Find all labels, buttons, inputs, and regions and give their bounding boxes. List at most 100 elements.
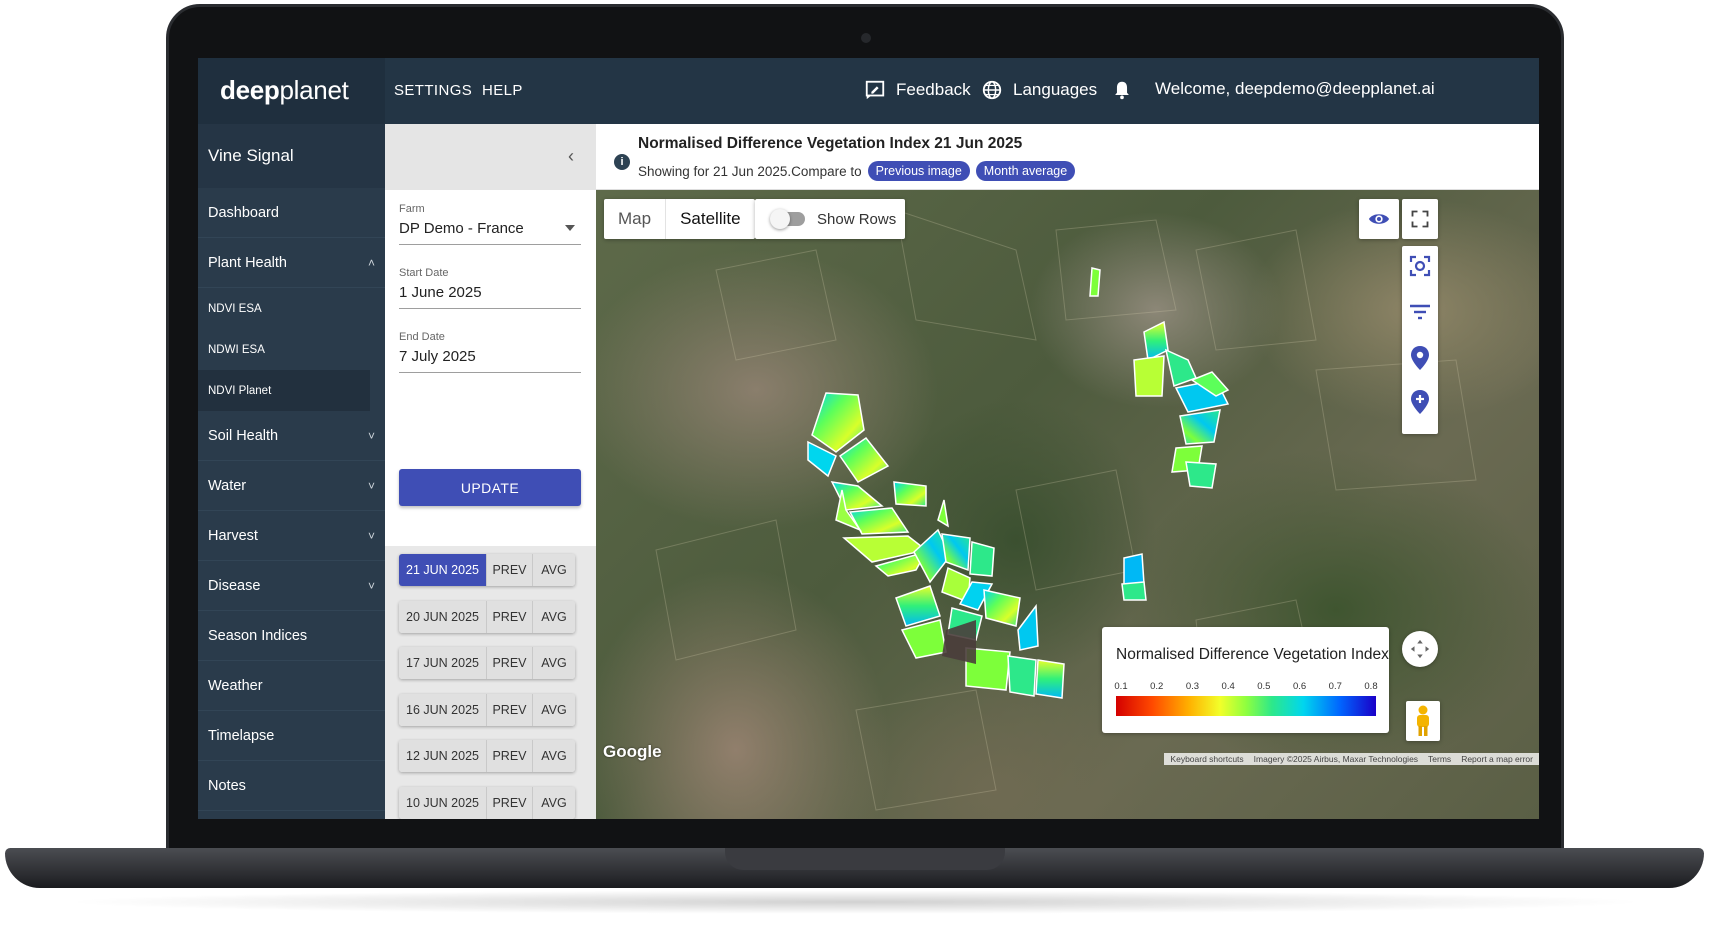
chevron-down-icon: ˅ [367, 478, 375, 493]
street-view-button[interactable] [1406, 701, 1440, 741]
prev-button[interactable]: PREV [487, 740, 533, 772]
sidebar-item-label: Plant Health [208, 254, 287, 271]
legend-tick: 0.3 [1185, 681, 1200, 692]
focus-icon [1409, 255, 1431, 277]
legend-tick: 0.5 [1257, 681, 1271, 692]
visibility-button[interactable] [1359, 199, 1399, 239]
focus-button[interactable] [1408, 254, 1432, 278]
sidebar-item-dashboard[interactable]: Dashboard [198, 188, 385, 238]
sidebar-item-disease[interactable]: Disease ˅ [198, 561, 385, 611]
map-type-map[interactable]: Map [604, 199, 665, 239]
info-header: i Normalised Difference Vegetation Index… [596, 124, 1539, 190]
end-date-field[interactable]: End Date 7 July 2025 [399, 331, 581, 373]
logo-box: deepplanet [198, 58, 385, 124]
legend-tick: 0.4 [1221, 681, 1235, 692]
date-row: 16 JUN 2025 PREV AVG [399, 694, 575, 726]
attribution-link[interactable]: Imagery ©2025 Airbus, Maxar Technologies [1254, 754, 1418, 764]
avg-button[interactable]: AVG [533, 694, 575, 726]
sidebar: Vine Signal Dashboard Plant Health ˄ NDVI E… [198, 124, 385, 819]
satellite-map[interactable]: Map Satellite Show Rows Normalised Diffe… [596, 190, 1539, 819]
map-type-satellite[interactable]: Satellite [665, 199, 754, 239]
dropdown-arrow-icon [565, 225, 575, 231]
welcome-text[interactable]: Welcome, deepdemo@deepplanet.ai [1155, 79, 1435, 99]
sidebar-menu: Dashboard Plant Health ˄ NDVI ESA NDWI ESA ND… [198, 188, 385, 811]
avg-button[interactable]: AVG [533, 647, 575, 679]
start-date-field[interactable]: Start Date 1 June 2025 [399, 267, 581, 309]
attribution-link[interactable]: Keyboard shortcuts [1170, 754, 1243, 764]
nav-settings[interactable]: SETTINGS [394, 82, 472, 99]
sidebar-item-timelapse[interactable]: Timelapse [198, 711, 385, 761]
prev-button[interactable]: PREV [487, 694, 533, 726]
languages-label: Languages [1013, 80, 1098, 99]
end-date-value: 7 July 2025 [399, 348, 476, 365]
avg-button[interactable]: AVG [533, 554, 575, 586]
sidebar-item-harvest[interactable]: Harvest ˅ [198, 511, 385, 561]
update-button[interactable]: UPDATE [399, 469, 581, 506]
feedback-icon [865, 80, 885, 100]
date-row: 17 JUN 2025 PREV AVG [399, 647, 575, 679]
pan-button[interactable] [1402, 631, 1438, 667]
sidebar-item-soil-health[interactable]: Soil Health ˅ [198, 411, 385, 461]
filter-panel: ‹ Farm DP Demo - France Start Date 1 Jun… [385, 124, 596, 819]
sidebar-item-ndvi-esa[interactable]: NDVI ESA [198, 288, 385, 329]
prev-button[interactable]: PREV [487, 787, 533, 819]
feedback-button[interactable]: Feedback [864, 79, 971, 101]
pegman-icon [1417, 705, 1429, 736]
chevron-left-icon[interactable]: ‹ [568, 146, 574, 167]
sidebar-item-weather[interactable]: Weather [198, 661, 385, 711]
date-button[interactable]: 12 JUN 2025 [399, 740, 487, 772]
show-rows-toggle[interactable]: Show Rows [755, 199, 905, 239]
fullscreen-icon [1411, 210, 1429, 228]
date-button[interactable]: 20 JUN 2025 [399, 601, 487, 633]
date-button[interactable]: 10 JUN 2025 [399, 787, 487, 819]
notifications-button[interactable] [1111, 79, 1133, 101]
attribution-link[interactable]: Report a map error [1461, 754, 1533, 764]
pan-icon [1410, 639, 1430, 659]
map-attribution: Keyboard shortcuts Imagery ©2025 Airbus, … [1164, 753, 1539, 765]
sidebar-item-water[interactable]: Water ˅ [198, 461, 385, 511]
sidebar-item-plant-health[interactable]: Plant Health ˄ [198, 238, 385, 288]
sidebar-item-label: NDWI ESA [208, 343, 265, 356]
toggle-switch-icon[interactable] [770, 209, 805, 229]
sidebar-item-ndwi-esa[interactable]: NDWI ESA [198, 329, 385, 370]
farm-select[interactable]: Farm DP Demo - France [399, 203, 581, 245]
attribution-link[interactable]: Terms [1428, 754, 1451, 764]
legend-tick: 0.7 [1328, 681, 1342, 692]
add-location-button[interactable] [1408, 390, 1432, 414]
sidebar-item-label: Harvest [208, 527, 258, 544]
logo[interactable]: deepplanet [220, 75, 349, 106]
sidebar-item-season-indices[interactable]: Season Indices [198, 611, 385, 661]
legend-tick: 0.6 [1292, 681, 1307, 692]
legend-color-bar [1116, 696, 1376, 716]
languages-button[interactable]: Languages [981, 79, 1097, 101]
avg-button[interactable]: AVG [533, 601, 575, 633]
filter-button[interactable] [1408, 300, 1432, 324]
avg-button[interactable]: AVG [533, 740, 575, 772]
compare-text: Showing for 21 Jun 2025.Compare to [638, 163, 862, 179]
date-button[interactable]: 16 JUN 2025 [399, 694, 487, 726]
prev-button[interactable]: PREV [487, 601, 533, 633]
info-icon[interactable]: i [614, 154, 630, 170]
date-button[interactable]: 17 JUN 2025 [399, 647, 487, 679]
sidebar-item-ndvi-planet[interactable]: NDVI Planet [198, 370, 370, 411]
sidebar-item-label: Dashboard [208, 204, 279, 221]
farm-value: DP Demo - France [399, 220, 524, 237]
filter-icon [1410, 304, 1430, 320]
prev-button[interactable]: PREV [487, 554, 533, 586]
location-button[interactable] [1408, 346, 1432, 370]
month-average-button[interactable]: Month average [975, 161, 1076, 181]
date-list: 21 JUN 2025 PREV AVG 20 JUN 2025 PREV AVG 17 J… [385, 546, 596, 819]
nav-help[interactable]: HELP [482, 82, 523, 99]
end-date-label: End Date [399, 331, 445, 343]
compare-line: Showing for 21 Jun 2025.Compare to Previ… [638, 161, 1076, 181]
sidebar-item-notes[interactable]: Notes [198, 761, 385, 811]
fullscreen-button[interactable] [1402, 199, 1438, 239]
top-bar: deepplanet SETTINGS HELP Feedback Langua… [198, 58, 1539, 124]
previous-image-button[interactable]: Previous image [867, 161, 970, 181]
sidebar-item-label: Water [208, 477, 247, 494]
avg-button[interactable]: AVG [533, 787, 575, 819]
prev-button[interactable]: PREV [487, 647, 533, 679]
bell-icon [1115, 81, 1129, 100]
panel-header: ‹ [385, 124, 596, 190]
date-button[interactable]: 21 JUN 2025 [399, 554, 487, 586]
